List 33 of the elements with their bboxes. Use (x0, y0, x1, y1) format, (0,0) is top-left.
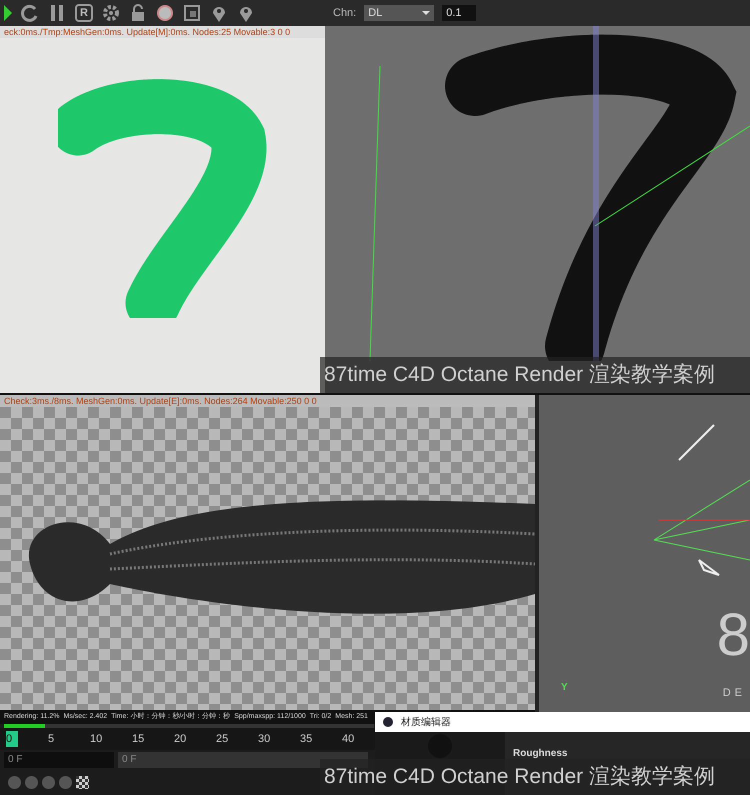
render-stats-text: Check:3ms./8ms. MeshGen:0ms. Update[E]:0ms. Nodes:264 Movable:250 0 0 (4, 396, 317, 406)
timeline-tick: 30 (258, 732, 270, 747)
timeline-tick: 0 (6, 730, 18, 748)
checker-button[interactable] (76, 776, 89, 789)
square-icon[interactable] (183, 4, 201, 22)
sphere-icon[interactable] (156, 4, 174, 22)
refresh-icon[interactable] (21, 4, 39, 22)
timeline-tick: 20 (174, 732, 186, 747)
render-stats-text: eck:0ms./Tmp:MeshGen:0ms. Update[M]:0ms. Nodes:25 Movable:3 0 0 (4, 28, 290, 36)
value-field[interactable]: 0.1 (442, 5, 476, 21)
frame-field[interactable]: 0 F (4, 752, 114, 768)
timeline-tick: 5 (48, 732, 56, 747)
timeline-tick: 10 (90, 732, 102, 747)
channel-label: Chn: (333, 6, 356, 21)
settings-icon[interactable] (102, 4, 120, 22)
timeline-tick: 40 (342, 732, 354, 747)
pin-icon[interactable] (210, 4, 228, 22)
pause-icon[interactable] (48, 4, 66, 22)
lock-icon[interactable] (129, 4, 147, 22)
timeline-tick: 25 (216, 732, 228, 747)
window-title: 材质编辑器 (401, 716, 451, 730)
parameter-label: Roughness (513, 748, 568, 759)
video-caption: 87time C4D Octane Render 渲染教学案例 (324, 362, 715, 388)
viewport-text: DE (722, 686, 746, 701)
axis-label: Y (561, 681, 568, 695)
r-button[interactable]: R (75, 4, 93, 22)
app-icon (383, 717, 393, 727)
large-digit: 8 (716, 605, 750, 665)
timeline-tick: 15 (132, 732, 144, 747)
pin-icon[interactable] (237, 4, 255, 22)
channel-dropdown[interactable]: DL (364, 5, 434, 21)
play-icon[interactable] (4, 5, 12, 21)
timeline-tick: 35 (300, 732, 312, 747)
